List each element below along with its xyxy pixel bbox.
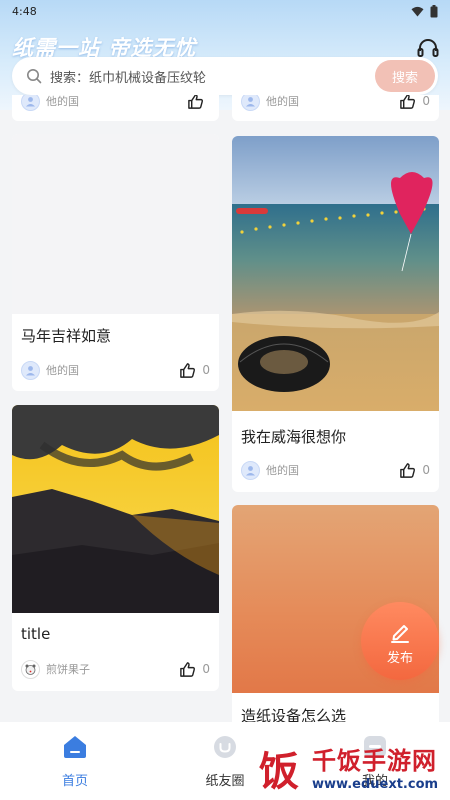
home-icon (64, 736, 86, 758)
battery-icon (430, 4, 438, 17)
status-icons (411, 4, 438, 18)
post-card[interactable]: 我在威海很想你 他的国 0 (232, 136, 439, 492)
user-icon (26, 365, 35, 375)
tab-label: 纸友圈 (205, 774, 245, 789)
avatar (241, 95, 260, 111)
thumbs-up-icon (188, 95, 203, 109)
like-count: 0 (202, 662, 210, 676)
post-title: 造纸设备怎么选 (241, 707, 347, 722)
post-title: title (21, 625, 51, 643)
thumbs-up-icon (400, 462, 416, 478)
like-button[interactable] (187, 95, 210, 110)
post-card[interactable]: title 煎饼果子 0 (12, 405, 219, 691)
svg-text:饭: 饭 (259, 749, 299, 795)
post-author: 他的国 (241, 460, 299, 480)
watermark-brand: 千饭手游网 (312, 746, 437, 775)
search-input[interactable]: 搜索：纸巾机械设备压纹轮 (50, 67, 375, 86)
post-image-placeholder (12, 134, 219, 314)
edit-pen-icon (391, 624, 409, 643)
wifi-icon (411, 6, 424, 16)
search-button[interactable]: 搜索 (375, 60, 435, 92)
publish-button[interactable]: 发布 (361, 602, 439, 680)
status-bar: 4:48 (0, 0, 450, 22)
avatar (21, 360, 40, 380)
user-icon (246, 96, 255, 106)
watermark-logo: 饭 (253, 745, 305, 797)
post-card[interactable]: 马年吉祥如意 他的国 0 (12, 134, 219, 391)
post-title: 我在威海很想你 (241, 428, 347, 446)
avatar (241, 460, 260, 480)
search-bar[interactable]: 搜索：纸巾机械设备压纹轮 搜索 (12, 57, 438, 95)
post-title: 马年吉祥如意 (21, 327, 112, 345)
like-button[interactable]: 0 (179, 661, 210, 678)
site-watermark: 饭 千饭手游网 www.eduext.com (250, 740, 450, 800)
watermark-url: www.eduext.com (312, 776, 439, 792)
author-name: 他的国 (46, 95, 79, 108)
post-author: 他的国 (241, 95, 299, 111)
avatar (21, 659, 40, 679)
like-button[interactable]: 0 (179, 362, 210, 379)
post-author: 他的国 (21, 95, 79, 111)
avatar (21, 95, 40, 111)
author-name: 他的国 (266, 464, 299, 477)
bear-avatar-icon (25, 664, 36, 675)
status-time: 4:48 (12, 4, 37, 18)
thumbs-up-icon (180, 661, 196, 677)
beach-photo (232, 136, 439, 411)
like-count: 0 (422, 463, 430, 477)
user-icon (26, 96, 35, 106)
like-button[interactable]: 0 (399, 95, 430, 110)
sunset-photo (12, 405, 219, 613)
post-author: 煎饼果子 (21, 659, 90, 679)
search-icon (27, 69, 42, 84)
thumbs-up-icon (180, 362, 196, 378)
user-icon (246, 465, 255, 475)
circle-icon (214, 736, 236, 758)
post-card[interactable]: 他的国 (12, 95, 219, 121)
like-button[interactable]: 0 (399, 462, 430, 479)
tab-home[interactable]: 首页 (0, 722, 150, 800)
publish-label: 发布 (386, 650, 413, 666)
tab-label: 首页 (61, 774, 88, 789)
author-name: 他的国 (266, 95, 299, 108)
thumbs-up-icon (400, 95, 416, 109)
like-count: 0 (422, 95, 430, 108)
post-author: 他的国 (21, 360, 79, 380)
post-card[interactable]: 他的国 0 (232, 95, 439, 121)
author-name: 煎饼果子 (46, 663, 90, 676)
author-name: 他的国 (46, 364, 79, 377)
like-count: 0 (202, 363, 210, 377)
